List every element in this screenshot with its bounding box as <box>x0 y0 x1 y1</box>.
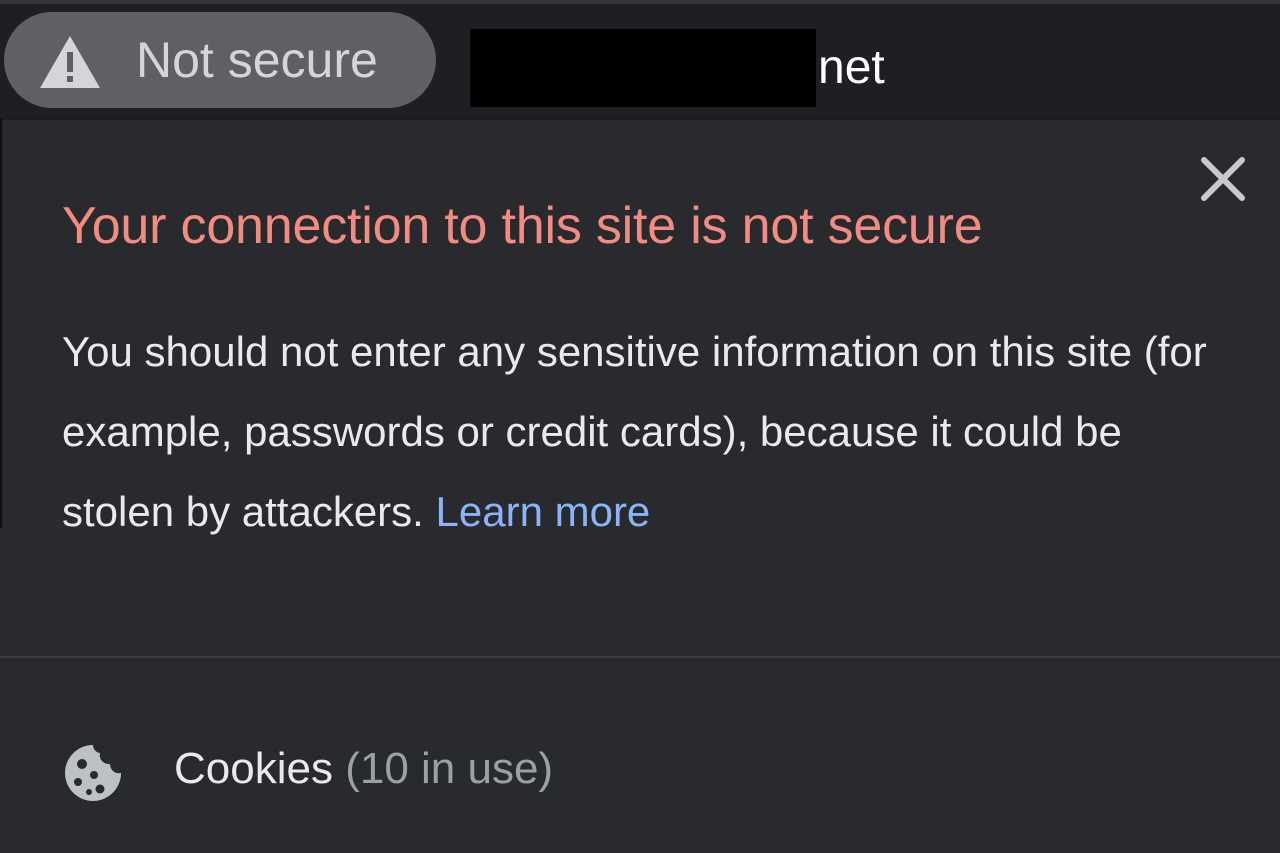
popup-edge <box>0 118 2 528</box>
popup-title: Your connection to this site is not secu… <box>62 197 983 255</box>
url-display[interactable]: net <box>470 28 885 108</box>
warning-triangle-icon <box>40 36 100 88</box>
security-indicator-button[interactable]: Not secure <box>4 12 436 108</box>
url-suffix: net <box>818 41 885 94</box>
cookies-title: Cookies <box>174 744 333 793</box>
popup-description: You should not enter any sensitive infor… <box>62 312 1242 552</box>
learn-more-link[interactable]: Learn more <box>436 488 651 535</box>
cookie-icon <box>65 745 121 801</box>
redacted-domain <box>470 29 816 107</box>
not-secure-label: Not secure <box>136 32 378 88</box>
browser-toolbar: Not secure net <box>0 0 1280 118</box>
cookies-label: Cookies (10 in use) <box>174 744 553 794</box>
cookies-row-button[interactable]: Cookies (10 in use) <box>0 700 1280 840</box>
cookies-count: (10 in use) <box>345 744 554 793</box>
section-divider <box>0 656 1280 658</box>
tab-strip-edge <box>0 0 1280 4</box>
